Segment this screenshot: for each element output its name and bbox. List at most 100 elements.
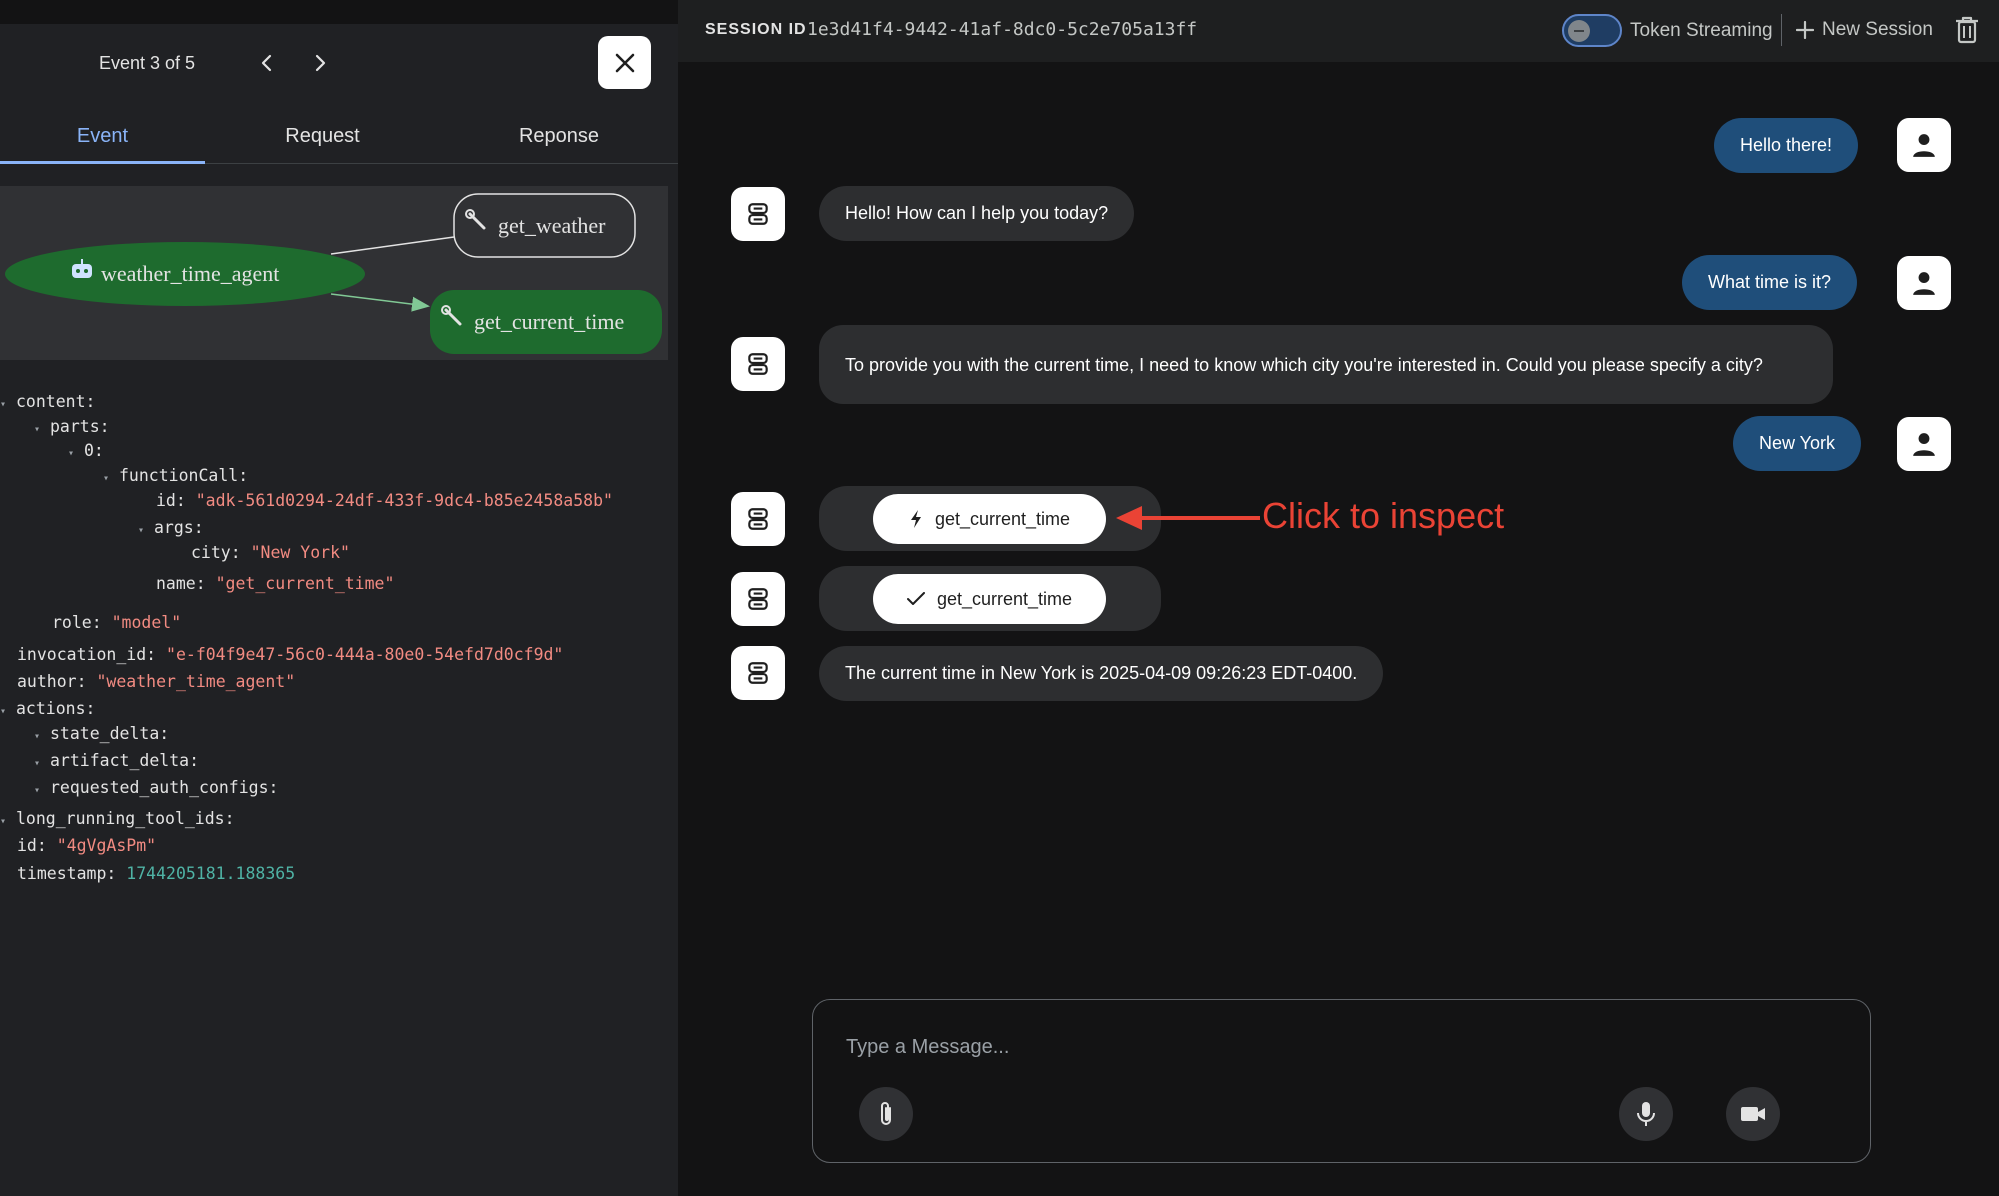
paperclip-icon <box>881 1102 891 1125</box>
tab-request[interactable]: Request <box>205 108 440 164</box>
video-camera-icon <box>1741 1107 1765 1121</box>
tree-row: timestamp: 1744205181.188365 <box>17 864 296 883</box>
video-button[interactable] <box>1726 1087 1780 1141</box>
tree-row[interactable]: ▾ actions: <box>0 699 95 718</box>
caret-down-icon: ▾ <box>34 785 41 796</box>
robot-icon <box>748 662 768 684</box>
tree-row[interactable]: ▾ 0: <box>68 441 104 460</box>
caret-down-icon: ▾ <box>0 706 7 717</box>
tree-row[interactable]: ▾ content: <box>0 392 95 411</box>
tab-response[interactable]: Reponse <box>440 108 678 164</box>
tree-row[interactable]: ▾ state_delta: <box>34 724 169 743</box>
top-strip <box>0 0 678 24</box>
caret-down-icon: ▾ <box>34 758 41 769</box>
delete-session-trash-icon[interactable] <box>1953 15 1981 45</box>
user-message: Hello there! <box>1714 118 1859 173</box>
agent-node-label: weather_time_agent <box>101 261 279 286</box>
person-icon <box>1913 433 1935 456</box>
bot-avatar <box>731 492 785 546</box>
message-composer <box>812 999 1871 1163</box>
app-root: Event 3 of 5 Event Request Reponse weath… <box>0 0 1999 1196</box>
plus-icon <box>1796 21 1814 39</box>
caret-down-icon: ▾ <box>34 424 41 435</box>
tree-row[interactable]: ▾ functionCall: <box>103 466 248 485</box>
close-icon <box>615 53 634 72</box>
robot-icon <box>748 353 768 375</box>
caret-down-icon: ▾ <box>0 816 7 827</box>
user-avatar <box>1897 118 1951 172</box>
tool-call-button[interactable]: get_current_time <box>873 494 1106 544</box>
tool-response-button[interactable]: get_current_time <box>873 574 1106 624</box>
robot-icon <box>748 588 768 610</box>
tree-row[interactable]: ▾ artifact_delta: <box>34 751 199 770</box>
caret-down-icon: ▾ <box>103 473 110 484</box>
close-panel-button[interactable] <box>598 36 651 89</box>
bot-avatar <box>731 572 785 626</box>
tree-row[interactable]: ▾ requested_auth_configs: <box>34 778 278 797</box>
edge-agent-to-get-current-time <box>330 293 430 312</box>
annotation-arrow-icon <box>1116 506 1260 530</box>
robot-icon <box>748 508 768 530</box>
tree-row[interactable]: ▾ long_running_tool_ids: <box>0 809 235 828</box>
microphone-button[interactable] <box>1619 1087 1673 1141</box>
caret-down-icon: ▾ <box>138 525 145 536</box>
bot-avatar <box>731 337 785 391</box>
agent-node[interactable]: weather_time_agent <box>5 242 365 306</box>
token-streaming-toggle[interactable] <box>1562 14 1622 47</box>
tree-row: role: "model" <box>52 613 182 632</box>
chevron-right-icon <box>315 54 326 72</box>
new-session-label: New Session <box>1822 19 1933 40</box>
agent-graph-canvas: weather_time_agent get_weather get_curre… <box>5 193 662 354</box>
next-event-button[interactable] <box>307 50 333 76</box>
message-input[interactable] <box>846 1030 1826 1064</box>
toggle-knob <box>1568 20 1590 42</box>
tool-response-container: get_current_time <box>819 566 1161 631</box>
chevron-left-icon <box>261 54 272 72</box>
robot-icon <box>748 203 768 225</box>
tool-response-label: get_current_time <box>936 588 1073 609</box>
tool-node-label: get_weather <box>498 213 606 238</box>
session-header: SESSION ID 1e3d41f4-9442-41af-8dc0-5c2e7… <box>678 0 1999 62</box>
event-counter-label: Event 3 of 5 <box>99 52 196 73</box>
tool-node-get-weather[interactable]: get_weather <box>453 193 636 258</box>
previous-event-button[interactable] <box>254 50 280 76</box>
event-inspector-panel: Event 3 of 5 Event Request Reponse weath… <box>0 0 678 1196</box>
tree-row: name: "get_current_time" <box>156 574 395 593</box>
user-message: New York <box>1733 416 1862 471</box>
new-session-button[interactable]: New Session <box>1796 16 1933 44</box>
active-tab-indicator <box>0 161 205 164</box>
tool-call-container: get_current_time <box>819 486 1161 551</box>
user-avatar <box>1897 417 1951 471</box>
annotation-label: Click to inspect <box>1262 495 1505 536</box>
tab-event[interactable]: Event <box>0 108 205 164</box>
token-streaming-label: Token Streaming <box>1630 20 1773 41</box>
tree-row: id: "4gVgAsPm" <box>17 836 157 855</box>
edge-agent-to-get-weather <box>330 236 455 255</box>
caret-down-icon: ▾ <box>0 399 7 410</box>
session-id-label: SESSION ID <box>705 21 807 38</box>
tool-node-get-current-time[interactable]: get_current_time <box>430 290 662 354</box>
check-icon <box>906 592 925 605</box>
caret-down-icon: ▾ <box>34 731 41 742</box>
tree-row[interactable]: ▾ args: <box>138 518 204 537</box>
tree-row[interactable]: ▾ parts: <box>34 417 110 436</box>
tool-node-label: get_current_time <box>474 309 624 334</box>
user-avatar <box>1897 256 1951 310</box>
attach-button[interactable] <box>859 1087 913 1141</box>
tool-call-label: get_current_time <box>934 508 1071 529</box>
agent-graph: weather_time_agent get_weather get_curre… <box>0 186 668 360</box>
tree-row: invocation_id: "e-f04f9e47-56c0-444a-80e… <box>17 645 564 664</box>
bot-message: Hello! How can I help you today? <box>819 186 1135 241</box>
bot-avatar <box>731 187 785 241</box>
inspector-tabs: Event Request Reponse <box>0 108 678 164</box>
user-message: What time is it? <box>1682 255 1858 310</box>
tree-row: author: "weather_time_agent" <box>17 672 296 691</box>
header-divider <box>1781 14 1782 46</box>
bot-message: The current time in New York is 2025-04-… <box>819 646 1384 701</box>
bot-message: To provide you with the current time, I … <box>819 325 1833 404</box>
event-counter: Event 3 of 5 <box>99 50 195 76</box>
bolt-icon <box>910 510 921 528</box>
tree-row: city: "New York" <box>191 543 350 562</box>
session-id-value: 1e3d41f4-9442-41af-8dc0-5c2e705a13ff <box>807 19 1198 40</box>
chat-panel: SESSION ID 1e3d41f4-9442-41af-8dc0-5c2e7… <box>678 0 1999 1196</box>
